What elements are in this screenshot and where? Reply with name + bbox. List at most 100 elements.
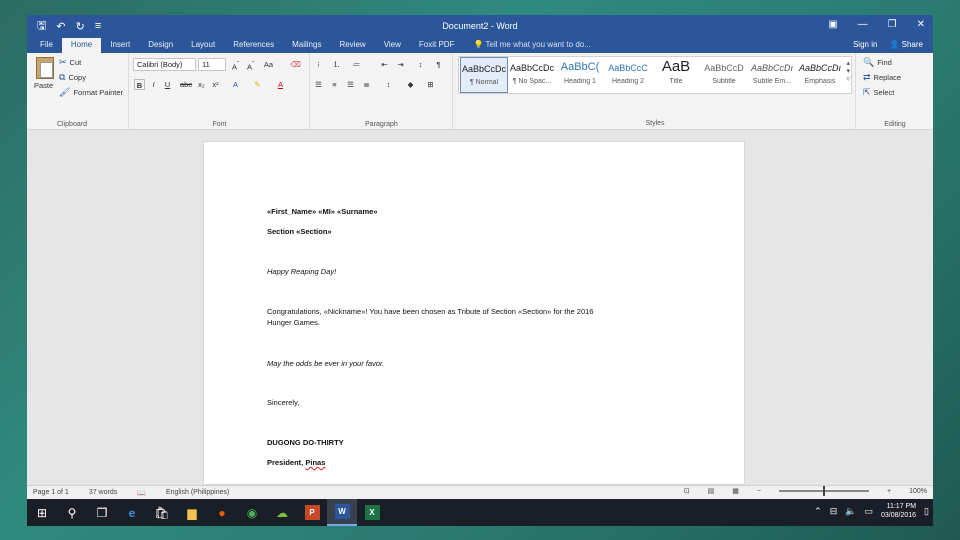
replace-button[interactable]: ⇄ Replace: [863, 72, 901, 83]
volume-icon[interactable]: 🔈: [845, 506, 856, 517]
zoom-out-icon[interactable]: −: [757, 488, 761, 495]
word-icon[interactable]: W: [327, 499, 357, 526]
grow-font-icon[interactable]: Aˆ: [230, 59, 241, 72]
excel-icon[interactable]: X: [357, 499, 387, 526]
copy-button[interactable]: ⧉ Copy: [59, 72, 86, 83]
subscript-icon[interactable]: x₂: [196, 79, 207, 90]
change-case-icon[interactable]: Aa: [263, 59, 274, 70]
edge-icon[interactable]: e: [117, 499, 147, 526]
clock[interactable]: 11:17 PM 03/08/2016: [881, 502, 916, 520]
battery-icon[interactable]: ▭: [864, 506, 873, 517]
cut-button[interactable]: ✂ Cut: [59, 57, 81, 68]
underline-icon[interactable]: U: [162, 79, 173, 90]
focus-icon[interactable]: ⊡: [684, 487, 690, 495]
align-center-icon[interactable]: ≡: [329, 79, 340, 90]
powerpoint-icon[interactable]: P: [297, 499, 327, 526]
file-explorer-icon[interactable]: ▆: [177, 499, 207, 526]
decrease-indent-icon[interactable]: ⇤: [379, 59, 390, 70]
zoom-in-icon[interactable]: +: [887, 488, 891, 495]
print-layout-icon[interactable]: ▤: [708, 487, 715, 495]
font-color-icon[interactable]: A: [275, 79, 286, 90]
increase-indent-icon[interactable]: ⇥: [395, 59, 406, 70]
tell-me-text: Tell me what you want to do...: [485, 40, 591, 49]
word-count[interactable]: 37 words: [89, 489, 117, 496]
bullets-icon[interactable]: ⁝: [313, 59, 324, 70]
superscript-icon[interactable]: x²: [210, 79, 221, 90]
tab-design[interactable]: Design: [139, 38, 182, 53]
firefox-icon[interactable]: ●: [207, 499, 237, 526]
find-button[interactable]: 🔍 Find: [863, 57, 892, 68]
proofing-icon[interactable]: 📖: [137, 489, 146, 497]
tab-insert[interactable]: Insert: [101, 38, 139, 53]
search-icon[interactable]: ⚲: [57, 499, 87, 526]
font-size-combo[interactable]: 11: [198, 58, 226, 71]
select-button[interactable]: ⇱ Select: [863, 87, 894, 98]
style-subtle-emphasis[interactable]: AaBbCcDı Subtle Em...: [748, 57, 796, 93]
style-emphasis[interactable]: AaBbCcDı Emphasis: [796, 57, 844, 93]
sort-icon[interactable]: ↕: [415, 59, 426, 70]
maximize-icon[interactable]: ❐: [888, 19, 897, 30]
font-name-combo[interactable]: Calibri (Body): [133, 58, 196, 71]
font-group: Calibri (Body) 11 Aˆ Aˇ Aa ⌫ B I U abc x…: [130, 53, 310, 130]
tab-layout[interactable]: Layout: [182, 38, 224, 53]
style-no-spacing[interactable]: AaBbCcDc ¶ No Spac...: [508, 57, 556, 93]
justify-icon[interactable]: ≣: [361, 79, 372, 90]
shrink-font-icon[interactable]: Aˇ: [245, 59, 256, 72]
tab-home[interactable]: Home: [61, 38, 102, 53]
tab-foxit-pdf[interactable]: Foxit PDF: [410, 38, 464, 53]
paste-icon[interactable]: [36, 57, 54, 79]
close-icon[interactable]: ✕: [917, 19, 925, 30]
pilcrow-icon[interactable]: ¶: [433, 59, 444, 70]
tab-references[interactable]: References: [224, 38, 283, 53]
zoom-slider[interactable]: [779, 486, 869, 496]
align-left-icon[interactable]: ☰: [313, 79, 324, 90]
document-page[interactable]: «First_Name» «MI» «Surname» Section «Sec…: [203, 141, 745, 485]
network-icon[interactable]: ⊟: [830, 506, 838, 517]
notifications-icon[interactable]: ▯: [924, 506, 929, 517]
styles-more-icon[interactable]: ▴ ▾ ▿: [846, 59, 850, 83]
borders-icon[interactable]: ⊞: [425, 79, 436, 90]
web-layout-icon[interactable]: ▦: [732, 487, 739, 495]
tab-view[interactable]: View: [375, 38, 410, 53]
store-icon[interactable]: 🛍: [147, 499, 177, 526]
clock-time: 11:17 PM: [886, 503, 917, 510]
bold-icon[interactable]: B: [134, 79, 145, 90]
zoom-level[interactable]: 100%: [909, 488, 927, 495]
style-heading-1[interactable]: AaBbC(Heading 1: [556, 57, 604, 93]
clear-format-icon[interactable]: ⌫: [290, 59, 301, 70]
share-button[interactable]: 👤 Share: [889, 38, 923, 52]
task-view-icon[interactable]: ❐: [87, 499, 117, 526]
shading-icon[interactable]: ◆: [405, 79, 416, 90]
doc-line-greeting: Happy Reaping Day!: [267, 267, 337, 276]
paste-button[interactable]: Paste: [34, 81, 53, 90]
line-spacing-icon[interactable]: ↕: [383, 79, 394, 90]
minimize-icon[interactable]: —: [858, 19, 868, 30]
page-count[interactable]: Page 1 of 1: [33, 489, 69, 496]
windows-start-icon[interactable]: ⊞: [27, 499, 57, 526]
styles-gallery: AaBbCcDc ¶ Normal AaBbCcDc ¶ No Spac... Aa…: [458, 56, 852, 94]
doc-line-body-1: Congratulations, «Nickname»! You have be…: [267, 307, 594, 316]
cloud-app-icon[interactable]: ☁: [267, 499, 297, 526]
numbering-icon[interactable]: ⒈: [331, 59, 342, 70]
chrome-icon[interactable]: ◉: [237, 499, 267, 526]
style-normal[interactable]: AaBbCcDc ¶ Normal: [460, 57, 508, 93]
share-icon: 👤: [889, 40, 900, 49]
tab-mailings[interactable]: Mailings: [283, 38, 330, 53]
highlight-icon[interactable]: ✎: [252, 79, 263, 90]
style-subtitle[interactable]: AaBbCcD Subtitle: [700, 57, 748, 93]
language-status[interactable]: English (Philippines): [166, 489, 229, 496]
tray-chevron-icon[interactable]: ⌃: [814, 506, 822, 517]
align-right-icon[interactable]: ☰: [345, 79, 356, 90]
text-effects-icon[interactable]: A: [230, 79, 241, 90]
strikethrough-icon[interactable]: abc: [180, 79, 192, 90]
ribbon-display-icon[interactable]: ▣: [828, 19, 837, 30]
tab-review[interactable]: Review: [330, 38, 374, 53]
sign-in-link[interactable]: Sign in: [853, 38, 877, 52]
tab-file[interactable]: File: [31, 38, 62, 53]
style-title[interactable]: AaB Title: [652, 57, 700, 93]
italic-icon[interactable]: I: [148, 79, 159, 90]
format-painter-button[interactable]: 🖌 Format Painter: [59, 87, 123, 98]
style-heading-2[interactable]: AaBbCcC Heading 2: [604, 57, 652, 93]
tell-me-box[interactable]: 💡 Tell me what you want to do...: [463, 38, 590, 53]
multilevel-list-icon[interactable]: ≔: [351, 59, 362, 70]
